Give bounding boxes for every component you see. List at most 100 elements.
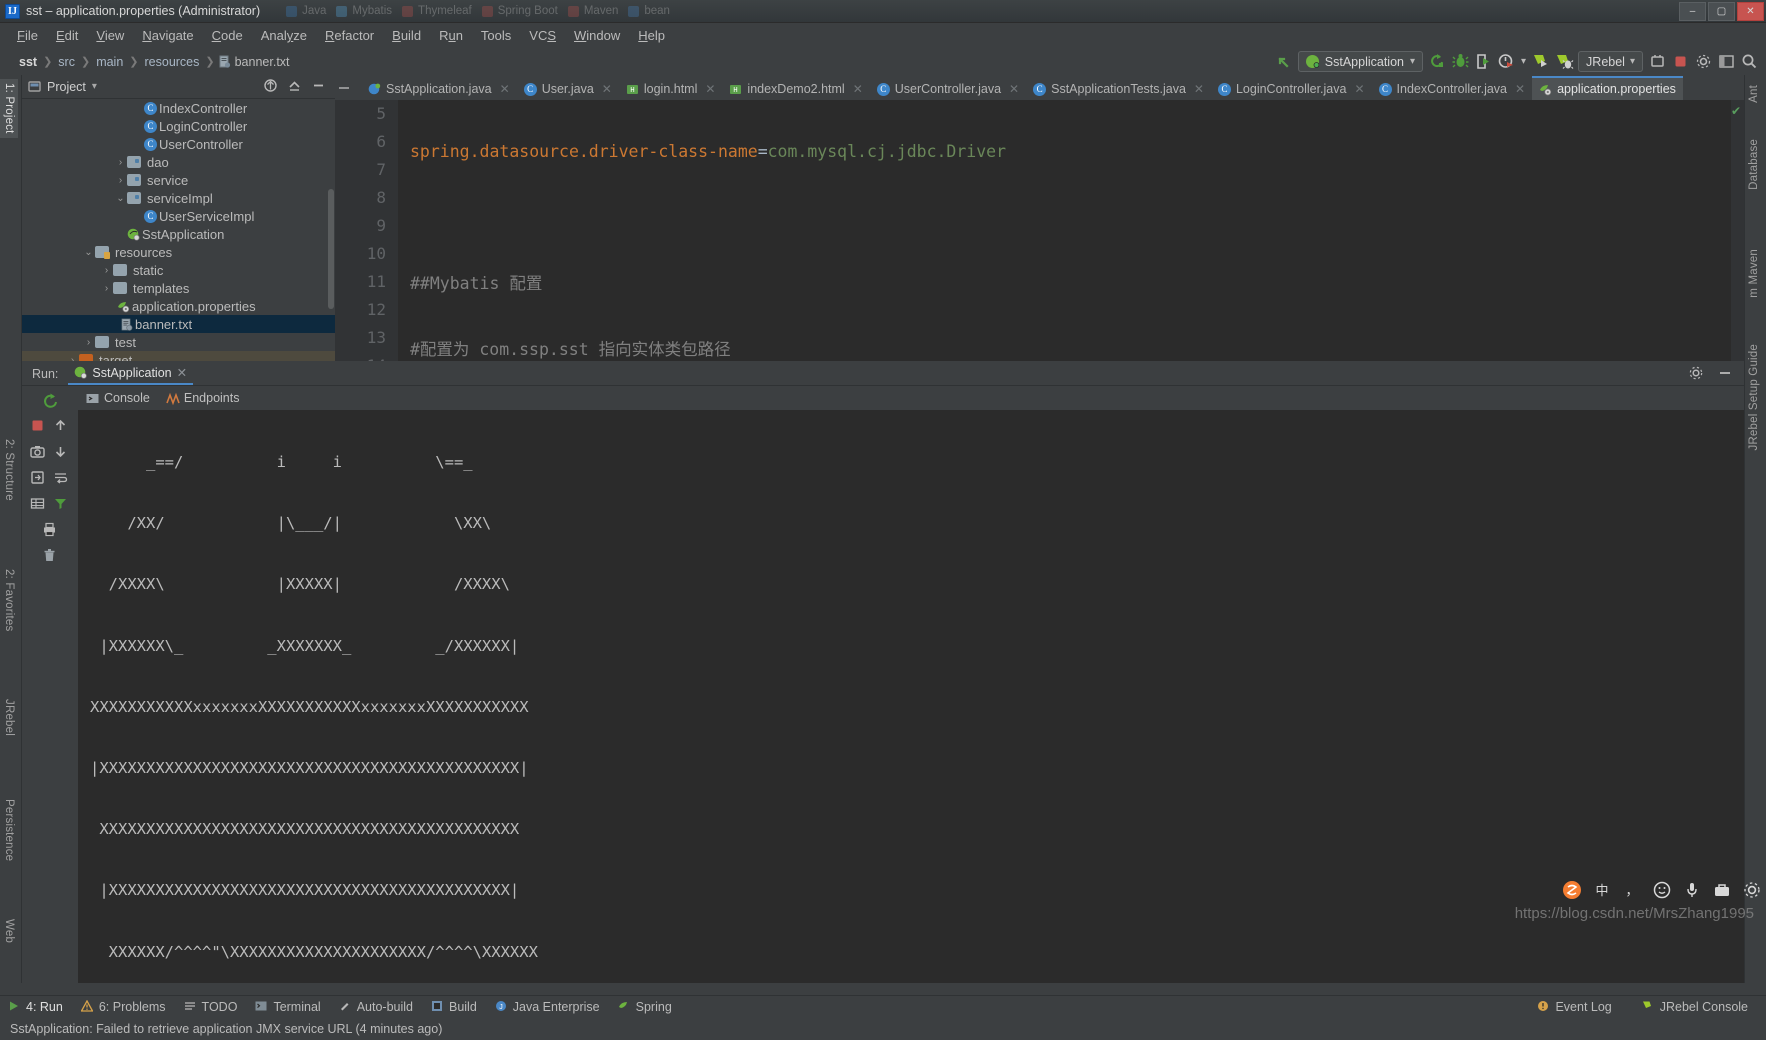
bottom-item-java-enterprise[interactable]: J Java Enterprise <box>487 997 608 1017</box>
run-tab-sstapplication[interactable]: SstApplication ✕ <box>68 362 194 385</box>
chevron-down-icon[interactable]: ▾ <box>92 81 97 92</box>
export-icon[interactable] <box>30 470 47 487</box>
sub-tab-console[interactable]: Console <box>86 391 150 405</box>
jrebel-selector[interactable]: JRebel ▾ <box>1578 51 1643 72</box>
editor-tab-indexdemo2-html[interactable]: H indexDemo2.html ✕ <box>722 76 869 100</box>
debug-icon[interactable] <box>1452 53 1469 70</box>
tree-node-banner-txt[interactable]: banner.txt <box>22 315 335 333</box>
chevron-right-icon[interactable]: › <box>66 354 79 362</box>
select-opened-file-icon[interactable] <box>263 78 280 95</box>
menu-file[interactable]: FFileile <box>8 26 47 45</box>
chevron-down-icon[interactable]: ▾ <box>1521 56 1526 67</box>
build-icon[interactable] <box>1429 53 1446 70</box>
filter-icon[interactable] <box>53 496 70 513</box>
tree-node-target[interactable]: › target <box>22 351 335 361</box>
breadcrumb-item-src[interactable]: src <box>55 55 78 69</box>
tree-node-static[interactable]: › static <box>22 261 335 279</box>
trash-icon[interactable] <box>42 548 59 565</box>
maximize-button[interactable]: ▢ <box>1708 1 1735 21</box>
rail-tab-database[interactable]: Database <box>1745 135 1763 194</box>
breadcrumb-item-file[interactable]: banner.txt <box>218 55 290 69</box>
tree-node-userserviceimpl[interactable]: C UserServiceImpl <box>22 207 335 225</box>
tree-node-resources[interactable]: ⌄ resources <box>22 243 335 261</box>
profiler-icon[interactable] <box>1498 53 1515 70</box>
tree-node-sstapplication[interactable]: SstApplication <box>22 225 335 243</box>
tree-node-serviceimpl[interactable]: ⌄ serviceImpl <box>22 189 335 207</box>
collapse-all-icon[interactable] <box>287 78 304 95</box>
chevron-down-icon[interactable]: ⌄ <box>82 246 95 259</box>
editor-tab-usercontroller-java[interactable]: C UserController.java ✕ <box>870 76 1026 100</box>
hide-panel-icon[interactable] <box>311 78 328 95</box>
chevron-down-icon[interactable]: ⌄ <box>114 192 127 205</box>
menu-build[interactable]: Build <box>383 26 430 45</box>
menu-navigate[interactable]: Navigate <box>133 26 202 45</box>
soft-wrap-icon[interactable] <box>53 470 70 487</box>
hide-panel-icon[interactable] <box>1717 365 1734 382</box>
rail-tab-project[interactable]: 1: Project <box>0 79 18 138</box>
settings-gear-icon[interactable] <box>1688 365 1705 382</box>
chevron-right-icon[interactable]: › <box>100 264 113 277</box>
menu-analyze[interactable]: Analyze <box>252 26 316 45</box>
back-arrow-icon[interactable] <box>1275 53 1292 70</box>
close-icon[interactable]: ✕ <box>1354 82 1364 96</box>
settings-gear-icon[interactable] <box>1695 53 1712 70</box>
menu-view[interactable]: View <box>87 26 133 45</box>
tree-node-indexcontroller[interactable]: C IndexController <box>22 99 335 117</box>
punctuation-icon[interactable]: ， <box>1622 880 1642 900</box>
close-icon[interactable]: ✕ <box>1515 82 1525 96</box>
menu-window[interactable]: Window <box>565 26 629 45</box>
stop-icon[interactable] <box>30 418 47 435</box>
jrebel-debug-icon[interactable] <box>1555 53 1574 70</box>
code-editor[interactable]: 5 6 7 8 9 10 11 12 13 14 15 spring.datas… <box>335 100 1744 361</box>
close-icon[interactable]: ✕ <box>705 82 715 96</box>
close-button[interactable]: ✕ <box>1737 1 1764 21</box>
editor-tab-sstapplication-java[interactable]: SstApplication.java ✕ <box>361 76 517 100</box>
bottom-item-run[interactable]: 4: Run <box>0 997 71 1017</box>
rerun-icon[interactable] <box>42 392 59 409</box>
close-icon[interactable]: ✕ <box>500 82 510 96</box>
editor-tab-sstapplicationtests-java[interactable]: C SstApplicationTests.java ✕ <box>1026 76 1211 100</box>
bottom-item-spring[interactable]: Spring <box>610 997 680 1017</box>
toolbox-icon[interactable] <box>1712 880 1732 900</box>
inspection-ok-icon[interactable]: ✔ <box>1731 104 1741 118</box>
chevron-down-icon[interactable]: ▾ <box>1630 56 1635 67</box>
chevron-right-icon[interactable]: › <box>114 156 127 169</box>
project-tree[interactable]: C IndexController C LoginController C Us… <box>22 99 335 361</box>
menu-help[interactable]: Help <box>629 26 674 45</box>
editor-tab-user-java[interactable]: C User.java ✕ <box>517 76 619 100</box>
editor-tab-logincontroller-java[interactable]: C LoginController.java ✕ <box>1211 76 1372 100</box>
close-icon[interactable]: ✕ <box>177 365 187 380</box>
bottom-item-problems[interactable]: 6: Problems <box>73 997 174 1017</box>
attach-debugger-icon[interactable] <box>1649 53 1666 70</box>
bottom-item-build[interactable]: Build <box>423 997 485 1017</box>
scroll-down-icon[interactable] <box>53 444 70 461</box>
scroll-up-icon[interactable] <box>53 418 70 435</box>
code-text-area[interactable]: spring.datasource.driver-class-name=com.… <box>398 100 1744 361</box>
rail-tab-maven[interactable]: m Maven <box>1745 245 1763 302</box>
run-configuration-selector[interactable]: SstApplication ▾ <box>1297 51 1424 72</box>
chevron-right-icon[interactable]: › <box>114 174 127 187</box>
tree-node-dao[interactable]: › dao <box>22 153 335 171</box>
breadcrumb-item-main[interactable]: main <box>93 55 126 69</box>
breadcrumb-item-project[interactable]: sst <box>16 55 40 69</box>
settings-gear-icon[interactable] <box>1742 880 1762 900</box>
close-icon[interactable]: ✕ <box>853 82 863 96</box>
editor-tab-indexcontroller-java[interactable]: C IndexController.java ✕ <box>1372 76 1533 100</box>
menu-vcs[interactable]: VCS <box>520 26 565 45</box>
close-icon[interactable]: ✕ <box>1194 82 1204 96</box>
emoji-icon[interactable] <box>1652 880 1672 900</box>
rail-tab-jrebel[interactable]: JRebel <box>0 695 18 740</box>
chevron-down-icon[interactable]: ▾ <box>1410 56 1415 67</box>
bottom-item-event-log[interactable]: Event Log <box>1529 997 1619 1017</box>
tree-node-logincontroller[interactable]: C LoginController <box>22 117 335 135</box>
stop-icon[interactable] <box>1672 53 1689 70</box>
rail-tab-structure[interactable]: 2: Structure <box>0 435 18 505</box>
rail-tab-persistence[interactable]: Persistence <box>0 795 18 865</box>
project-tree-scrollbar[interactable] <box>328 189 334 309</box>
tree-node-usercontroller[interactable]: C UserController <box>22 135 335 153</box>
menu-refactor[interactable]: Refactor <box>316 26 383 45</box>
editor-markup-scrollbar[interactable]: ✔ <box>1731 100 1744 361</box>
chevron-right-icon[interactable]: › <box>82 336 95 349</box>
editor-tab-application-properties[interactable]: application.properties <box>1532 76 1683 100</box>
rail-tab-ant[interactable]: Ant <box>1745 81 1763 107</box>
